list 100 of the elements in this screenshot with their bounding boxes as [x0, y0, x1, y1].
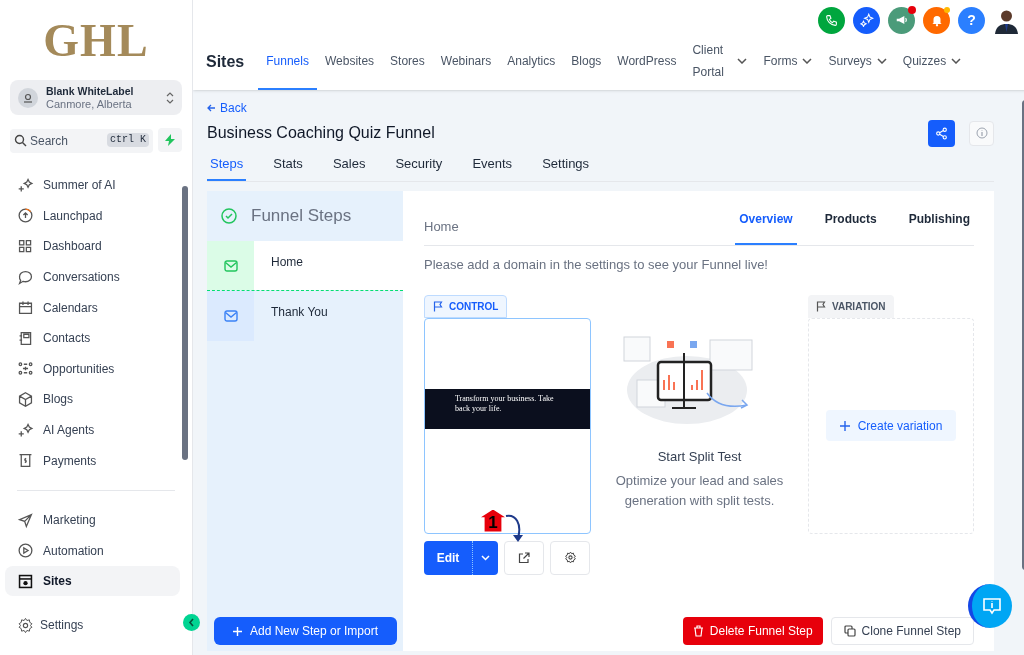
sidebar-item[interactable]: Summer of AI	[5, 170, 180, 201]
split-test-description: Optimize your lead and sales generation with split tests.	[614, 472, 785, 510]
step-name: Home	[424, 217, 459, 236]
logo: GHL	[43, 13, 149, 68]
chevron-down-icon[interactable]	[481, 554, 490, 561]
chevron-left-icon	[188, 618, 195, 627]
help-button[interactable]: ?	[958, 6, 985, 34]
sidebar-item[interactable]: Marketing	[5, 504, 180, 536]
dashboard-icon	[17, 238, 34, 255]
nav-tab[interactable]: Webinars	[432, 34, 500, 90]
page-tab[interactable]: Overview	[735, 191, 797, 245]
account-switcher[interactable]: Blank WhiteLabel Canmore, Alberta	[10, 80, 182, 115]
trash-icon	[692, 625, 704, 637]
sidebar-item[interactable]: Automation	[5, 535, 180, 567]
play-circle-icon	[17, 542, 34, 560]
scrollbar[interactable]	[182, 186, 188, 460]
account-location: Canmore, Alberta	[46, 97, 133, 111]
settings-link[interactable]: Settings	[40, 616, 84, 634]
nav-tab[interactable]: Client Portal	[684, 34, 756, 90]
sidebar-item[interactable]: Opportunities	[5, 353, 180, 385]
preview-headline: Transform your business. Take back your life.	[455, 393, 555, 414]
share-button[interactable]	[928, 119, 955, 147]
cube-icon	[17, 390, 34, 408]
sidebar-item[interactable]: Sites	[5, 566, 180, 597]
flag-icon	[433, 300, 444, 312]
browser-icon	[17, 572, 34, 590]
shortcut-hint: ctrl K	[107, 133, 149, 147]
contacts-icon	[17, 329, 34, 347]
panel-title: Funnel Steps	[251, 205, 352, 228]
copy-icon	[843, 625, 856, 637]
funnel-tab[interactable]: Sales	[329, 154, 369, 181]
create-variation-button[interactable]: Create variation	[825, 410, 957, 441]
delete-step-button[interactable]: Delete Funnel Step	[682, 617, 823, 645]
sparkle-icon	[17, 176, 34, 194]
nav-tab[interactable]: Analytics	[499, 34, 564, 90]
nav-tab[interactable]: Websites	[316, 34, 383, 90]
sidebar-item[interactable]: Contacts	[5, 322, 180, 354]
check-circle-icon	[221, 208, 237, 224]
sidebar-item[interactable]: Launchpad	[5, 200, 180, 232]
sparkle-icon	[859, 13, 874, 27]
section-title: Sites	[206, 52, 245, 72]
sidebar-item[interactable]: Dashboard	[5, 231, 180, 262]
sidebar-item[interactable]: Conversations	[5, 261, 180, 293]
mail-icon	[223, 259, 238, 272]
funnel-step[interactable]: Thank You	[207, 291, 403, 341]
clone-step-button[interactable]: Clone Funnel Step	[830, 617, 974, 645]
arrow-left-icon	[207, 104, 216, 112]
send-icon	[17, 511, 34, 529]
nav-tab[interactable]: Surveys	[820, 34, 895, 90]
notifications-button[interactable]	[923, 6, 950, 34]
info-icon	[975, 127, 988, 139]
flag-icon	[816, 300, 827, 312]
funnel-tab[interactable]: Security	[392, 154, 446, 181]
page-tab[interactable]: Products	[820, 191, 881, 245]
chat-info-icon	[982, 596, 1002, 616]
location-icon	[18, 87, 38, 108]
funnel-tab[interactable]: Settings	[539, 154, 593, 181]
search-icon	[14, 134, 27, 147]
plus-icon	[232, 626, 242, 636]
chat-help-button[interactable]	[968, 584, 1012, 628]
sidebar-item[interactable]: Blogs	[5, 384, 180, 415]
external-link-icon	[518, 551, 530, 564]
control-badge: CONTROL	[424, 294, 508, 318]
quick-action-button[interactable]	[158, 128, 182, 152]
ai-button[interactable]	[853, 6, 880, 34]
variation-badge: VARIATION	[808, 294, 894, 318]
funnel-title: Business Coaching Quiz Funnel	[207, 123, 435, 143]
sidebar-item[interactable]: Payments	[5, 445, 180, 476]
announcements-button[interactable]	[888, 6, 915, 34]
nav-tab[interactable]: Quizzes	[894, 34, 970, 90]
lightning-icon	[165, 134, 175, 146]
plus-icon	[839, 420, 850, 431]
chevron-updown-icon	[166, 90, 174, 105]
split-test-title: Start Split Test	[657, 447, 742, 466]
funnel-tab[interactable]: Steps	[207, 154, 247, 181]
open-preview-button[interactable]	[504, 540, 544, 575]
funnel-tab[interactable]: Events	[469, 154, 516, 181]
megaphone-icon	[894, 13, 909, 27]
nav-tab[interactable]: Blogs	[563, 34, 610, 90]
phone-icon	[825, 13, 838, 27]
calendar-icon	[17, 299, 34, 317]
domain-notice: Please add a domain in the settings to see your Funnel live!	[424, 256, 769, 274]
mail-icon	[223, 310, 238, 322]
nav-tab[interactable]: Forms	[755, 34, 821, 90]
share-icon	[935, 126, 948, 140]
page-tab[interactable]: Publishing	[904, 191, 974, 245]
edit-button[interactable]: Edit	[424, 540, 498, 575]
add-step-button[interactable]: Add New Step or Import	[214, 617, 397, 645]
account-name: Blank WhiteLabel	[46, 84, 135, 98]
nav-tab[interactable]: WordPress	[609, 34, 685, 90]
sidebar-item[interactable]: Calendars	[5, 292, 180, 323]
nav-tab[interactable]: Funnels	[258, 34, 317, 90]
info-button[interactable]	[969, 120, 994, 146]
funnel-tab[interactable]: Stats	[270, 154, 306, 181]
sidebar-item[interactable]: AI Agents	[5, 414, 180, 446]
back-link[interactable]: Back	[207, 100, 994, 116]
phone-button[interactable]	[818, 6, 845, 34]
nav-tab[interactable]: Stores	[382, 34, 433, 90]
payment-icon	[17, 452, 34, 470]
step-settings-button[interactable]	[550, 540, 590, 575]
